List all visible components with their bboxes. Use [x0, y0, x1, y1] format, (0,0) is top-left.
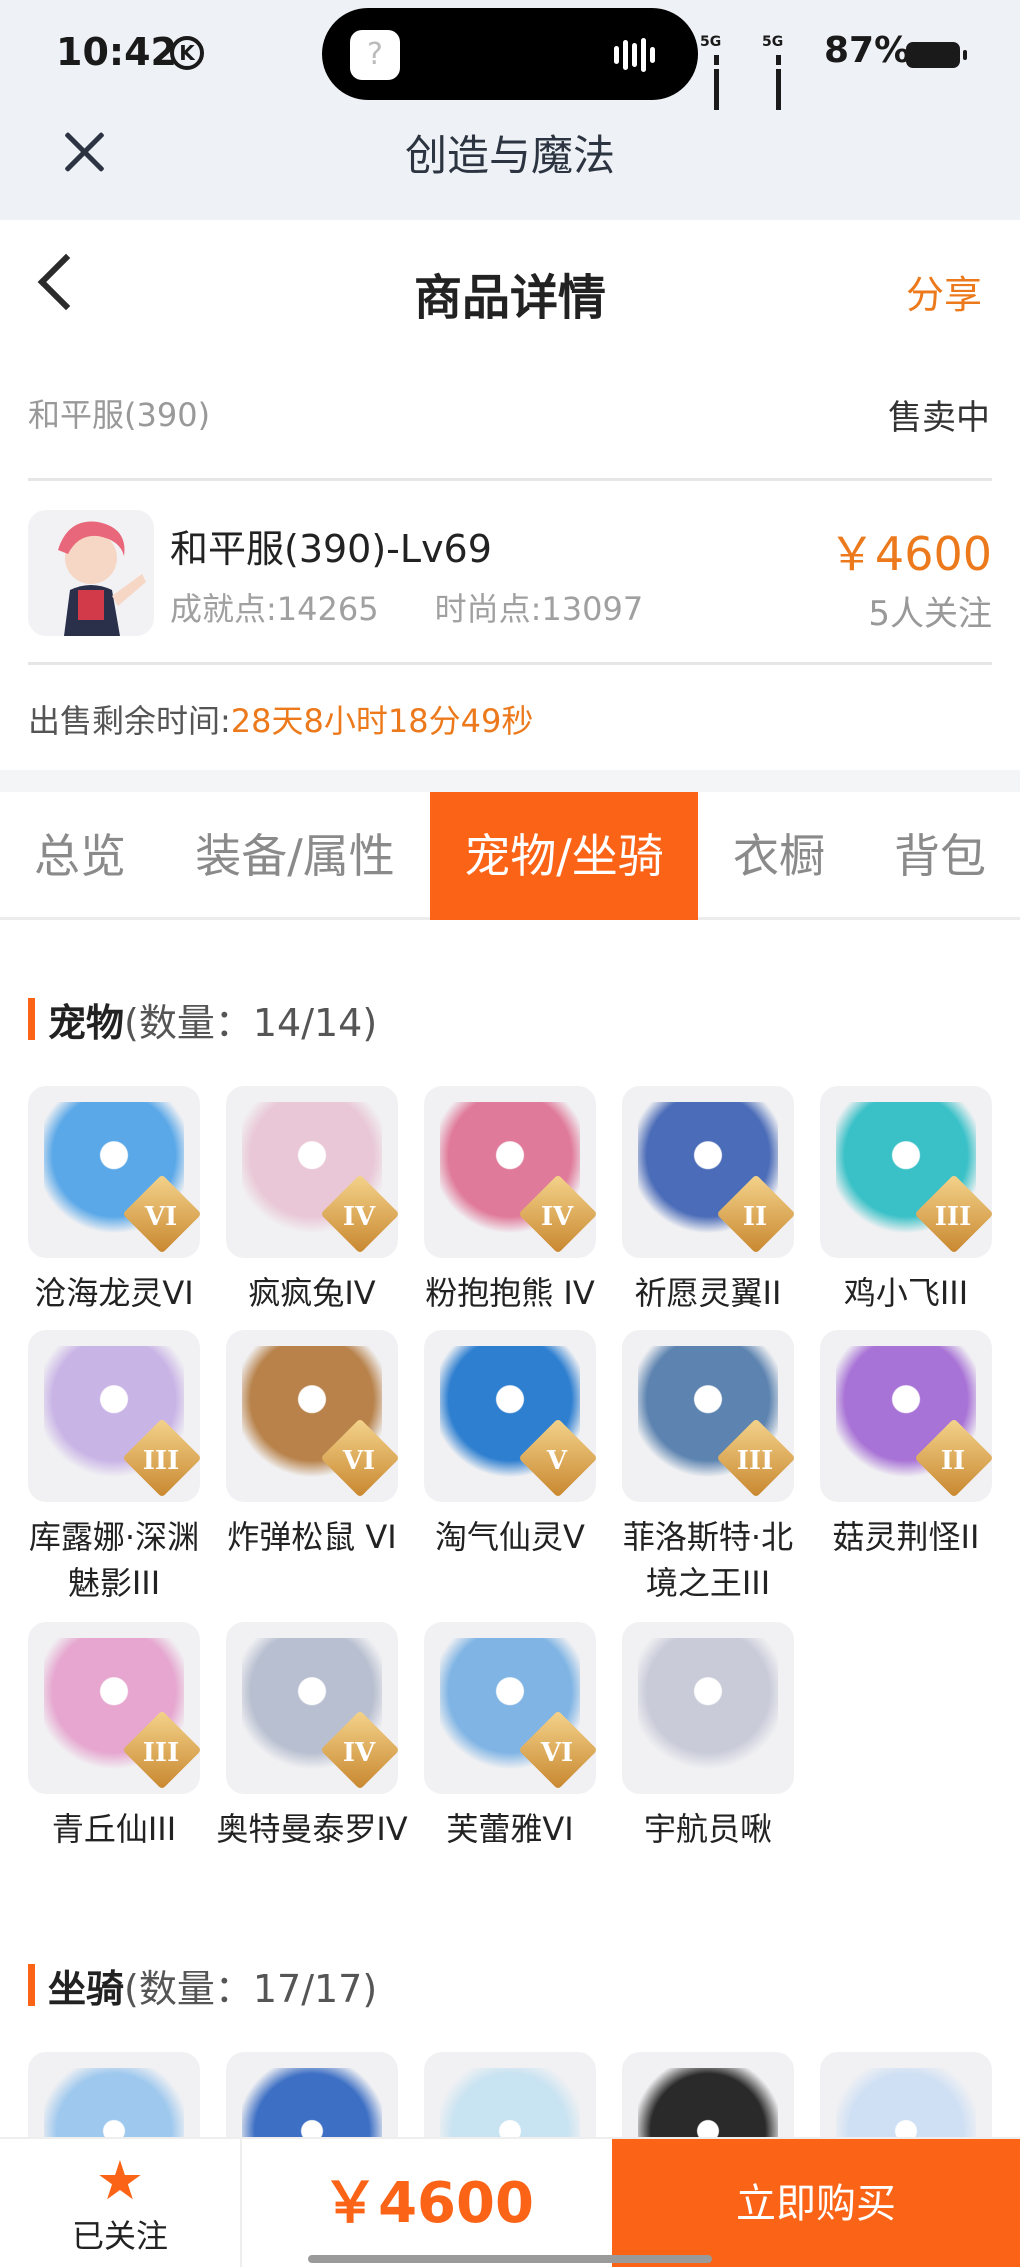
- pet-item[interactable]: III 库露娜·深渊魅影III: [16, 1330, 212, 1606]
- pets-section-title: 宠物(数量：14/14): [28, 992, 377, 1047]
- k-icon: K: [170, 36, 204, 70]
- tab-overview[interactable]: 总览: [0, 792, 160, 920]
- pet-image: III: [28, 1622, 200, 1794]
- pet-item[interactable]: 宇航员啾: [610, 1622, 806, 1852]
- dynamic-island: ?: [322, 8, 698, 100]
- rank-badge-label: IV: [540, 1202, 574, 1232]
- rank-badge-label: VI: [144, 1202, 178, 1232]
- fashion-points: 时尚点:13097: [434, 590, 644, 628]
- pet-name: 奥特曼泰罗IV: [216, 1810, 408, 1848]
- tab-bar: 总览 装备/属性 宠物/坐骑 衣橱 背包: [0, 792, 1020, 920]
- home-indicator: [308, 2255, 712, 2263]
- mounts-section-title: 坐骑(数量：17/17): [28, 1958, 377, 2013]
- bottom-bar: ★ 已关注 ￥4600 立即购买: [0, 2137, 1020, 2267]
- battery-percent: 87%: [824, 30, 911, 71]
- divider: [28, 478, 992, 481]
- follower-count: 5人关注: [868, 594, 992, 634]
- bottom-price: ￥4600: [322, 2171, 534, 2236]
- rank-badge-label: III: [142, 1446, 180, 1476]
- rank-badge-label: VI: [342, 1446, 376, 1476]
- pet-item[interactable]: VI 炸弹松鼠 VI: [214, 1330, 410, 1560]
- rank-badge-label: II: [742, 1202, 768, 1232]
- section-gap: [0, 770, 1020, 792]
- app-icon: ?: [350, 30, 400, 80]
- pet-name: 芙蕾雅VI: [446, 1810, 574, 1848]
- pet-item[interactable]: VI 沧海龙灵VI: [16, 1086, 212, 1316]
- tab-wardrobe[interactable]: 衣橱: [698, 792, 860, 920]
- pet-image: II: [820, 1330, 992, 1502]
- tab-equipment[interactable]: 装备/属性: [160, 792, 430, 920]
- pet-name: 菲洛斯特·北境之王III: [622, 1518, 794, 1602]
- server-label: 和平服(390): [28, 396, 211, 434]
- rank-badge-label: III: [934, 1202, 972, 1232]
- buy-now-button[interactable]: 立即购买: [612, 2139, 1020, 2267]
- pet-name: 菇灵荆怪II: [832, 1518, 980, 1556]
- pet-name: 宇航员啾: [643, 1810, 772, 1848]
- battery-icon: [906, 42, 967, 68]
- product-name: 和平服(390)-Lv69: [170, 527, 492, 571]
- rank-badge-label: II: [940, 1446, 966, 1476]
- pet-item[interactable]: IV 奥特曼泰罗IV: [214, 1622, 410, 1852]
- share-button[interactable]: 分享: [906, 264, 982, 319]
- rank-badge-label: III: [142, 1738, 180, 1768]
- achievement-points: 成就点:14265: [170, 590, 379, 628]
- pet-image: III: [622, 1330, 794, 1502]
- pet-name: 鸡小飞III: [843, 1274, 969, 1312]
- pet-image: IV: [226, 1622, 398, 1794]
- pet-image: IV: [424, 1086, 596, 1258]
- rank-badge-label: IV: [342, 1738, 376, 1768]
- pet-item[interactable]: II 菇灵荆怪II: [808, 1330, 1004, 1560]
- page-title: 商品详情: [413, 270, 606, 326]
- star-icon: ★: [95, 2149, 145, 2212]
- pet-name: 沧海龙灵VI: [34, 1274, 194, 1312]
- pet-image: III: [820, 1086, 992, 1258]
- tab-backpack[interactable]: 背包: [860, 792, 1020, 920]
- rank-badge-label: IV: [342, 1202, 376, 1232]
- pet-item[interactable]: IV 粉抱抱熊 IV: [412, 1086, 608, 1316]
- tab-pets-mounts[interactable]: 宠物/坐骑: [430, 792, 698, 920]
- follow-button[interactable]: ★ 已关注: [0, 2139, 242, 2267]
- pet-name: 祈愿灵翼II: [634, 1274, 782, 1312]
- sale-status: 售卖中: [888, 398, 990, 438]
- pet-image: VI: [226, 1330, 398, 1502]
- remaining-time: 出售剩余时间:28天8小时18分49秒: [28, 696, 533, 742]
- pet-image: II: [622, 1086, 794, 1258]
- remaining-time-value: 28天8小时18分49秒: [230, 702, 534, 740]
- pet-image: III: [28, 1330, 200, 1502]
- pet-name: 粉抱抱熊 IV: [425, 1274, 595, 1312]
- pet-item[interactable]: IV 疯疯兔IV: [214, 1086, 410, 1316]
- divider: [28, 662, 992, 665]
- pet-item[interactable]: VI 芙蕾雅VI: [412, 1622, 608, 1852]
- pet-item[interactable]: III 菲洛斯特·北境之王III: [610, 1330, 806, 1606]
- app-bar: 创造与魔法: [0, 110, 1020, 220]
- rank-badge-label: VI: [540, 1738, 574, 1768]
- pet-image: V: [424, 1330, 596, 1502]
- rank-badge-label: V: [546, 1446, 568, 1476]
- price: ￥4600: [828, 527, 992, 581]
- pet-name: 炸弹松鼠 VI: [227, 1518, 397, 1556]
- rank-badge-label: III: [736, 1446, 774, 1476]
- product-points: 成就点:14265 时尚点:13097: [170, 584, 699, 630]
- remaining-time-label: 出售剩余时间:: [28, 702, 231, 740]
- pet-name: 库露娜·深渊魅影III: [28, 1518, 200, 1602]
- pet-name: 青丘仙III: [51, 1810, 177, 1848]
- pet-image: VI: [28, 1086, 200, 1258]
- pet-image: IV: [226, 1086, 398, 1258]
- audio-wave-icon: [614, 38, 659, 72]
- nav-header: 商品详情 分享: [0, 220, 1020, 350]
- status-time: 10:42: [56, 30, 177, 74]
- pet-name: 疯疯兔IV: [248, 1274, 376, 1312]
- pet-item[interactable]: III 青丘仙III: [16, 1622, 212, 1852]
- app-title: 创造与魔法: [404, 131, 615, 180]
- pet-image: [622, 1622, 794, 1794]
- follow-label: 已关注: [71, 2217, 168, 2255]
- pet-name: 淘气仙灵V: [435, 1518, 585, 1556]
- pet-image: VI: [424, 1622, 596, 1794]
- pet-item[interactable]: III 鸡小飞III: [808, 1086, 1004, 1316]
- pet-item[interactable]: II 祈愿灵翼II: [610, 1086, 806, 1316]
- status-bar: 10:42 K ? 5G 5G 87%: [0, 0, 1020, 129]
- pet-item[interactable]: V 淘气仙灵V: [412, 1330, 608, 1560]
- avatar: [28, 510, 154, 636]
